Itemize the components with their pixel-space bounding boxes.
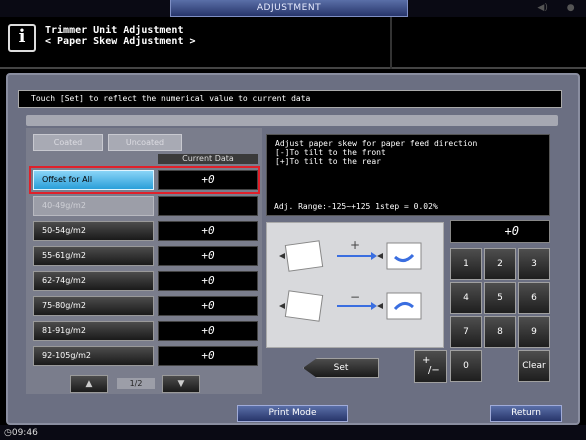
row-value	[158, 196, 258, 216]
page-down-button[interactable]: ▼	[162, 375, 200, 393]
row-value: +0	[158, 346, 258, 366]
key-0[interactable]: 0	[450, 350, 482, 382]
row-button[interactable]: 40-49g/m2	[33, 196, 154, 216]
selection-highlight	[29, 166, 260, 194]
up-arrow-icon: ▲	[85, 379, 93, 389]
clock-icon: ◷	[4, 428, 12, 438]
row-value: +0	[158, 271, 258, 291]
divider-band	[26, 115, 558, 126]
clock-time: 09:46	[11, 428, 38, 438]
key-5[interactable]: 5	[484, 282, 516, 314]
speaker-icon[interactable]: ◀)	[537, 1, 547, 16]
skew-diagram: + −	[266, 222, 444, 348]
plus-symbol: +	[350, 238, 360, 252]
return-button[interactable]: Return	[490, 405, 562, 422]
clock: ◷09:46	[4, 427, 38, 439]
plus-minus-bottom: /−	[428, 365, 440, 376]
row-value: +0	[158, 221, 258, 241]
screen-subtitle: < Paper Skew Adjustment >	[45, 36, 196, 47]
top-right-icons: ◀) ●	[528, 1, 584, 16]
print-mode-button[interactable]: Print Mode	[237, 405, 348, 422]
down-arrow-icon: ▼	[177, 379, 185, 389]
key-7[interactable]: 7	[450, 316, 482, 348]
set-button[interactable]: Set	[303, 358, 379, 378]
row-button[interactable]: 92-105g/m2	[33, 346, 154, 366]
key-8[interactable]: 8	[484, 316, 516, 348]
info-icon: i	[8, 24, 36, 52]
key-1[interactable]: 1	[450, 248, 482, 280]
adjustment-range: Adj. Range:-125~+125 1step = 0.02%	[274, 202, 438, 211]
description-line: [+]To tilt to the rear	[275, 157, 381, 166]
row-button[interactable]: 81-91g/m2	[33, 321, 154, 341]
key-4[interactable]: 4	[450, 282, 482, 314]
row-button[interactable]: 50-54g/m2	[33, 221, 154, 241]
row-button[interactable]: 62-74g/m2	[33, 271, 154, 291]
row-button[interactable]: 55-61g/m2	[33, 246, 154, 266]
message-bar: Touch [Set] to reflect the numerical val…	[18, 90, 562, 108]
status-bar	[0, 425, 586, 440]
row-button[interactable]: 75-80g/m2	[33, 296, 154, 316]
plus-minus-button[interactable]: + /−	[414, 350, 447, 383]
page-up-button[interactable]: ▲	[70, 375, 108, 393]
tab-uncoated[interactable]: Uncoated	[108, 134, 182, 151]
tab-coated[interactable]: Coated	[33, 134, 103, 151]
minus-symbol: −	[350, 290, 360, 304]
description-line: [-]To tilt to the front	[275, 148, 386, 157]
window-title: ADJUSTMENT	[170, 0, 408, 17]
screen-title: Trimmer Unit Adjustment	[45, 25, 184, 36]
dot-icon: ●	[566, 3, 575, 13]
key-6[interactable]: 6	[518, 282, 550, 314]
key-3[interactable]: 3	[518, 248, 550, 280]
key-2[interactable]: 2	[484, 248, 516, 280]
header-divider	[390, 17, 392, 69]
current-data-header: Current Data	[158, 154, 258, 164]
page-indicator: 1/2	[117, 378, 155, 389]
numeric-display: +0	[450, 220, 550, 243]
row-value: +0	[158, 296, 258, 316]
row-value: +0	[158, 246, 258, 266]
row-value: +0	[158, 321, 258, 341]
description-line: Adjust paper skew for paper feed directi…	[275, 139, 478, 148]
clear-button[interactable]: Clear	[518, 350, 550, 382]
key-9[interactable]: 9	[518, 316, 550, 348]
skew-diagram-graphic: + −	[279, 238, 422, 322]
